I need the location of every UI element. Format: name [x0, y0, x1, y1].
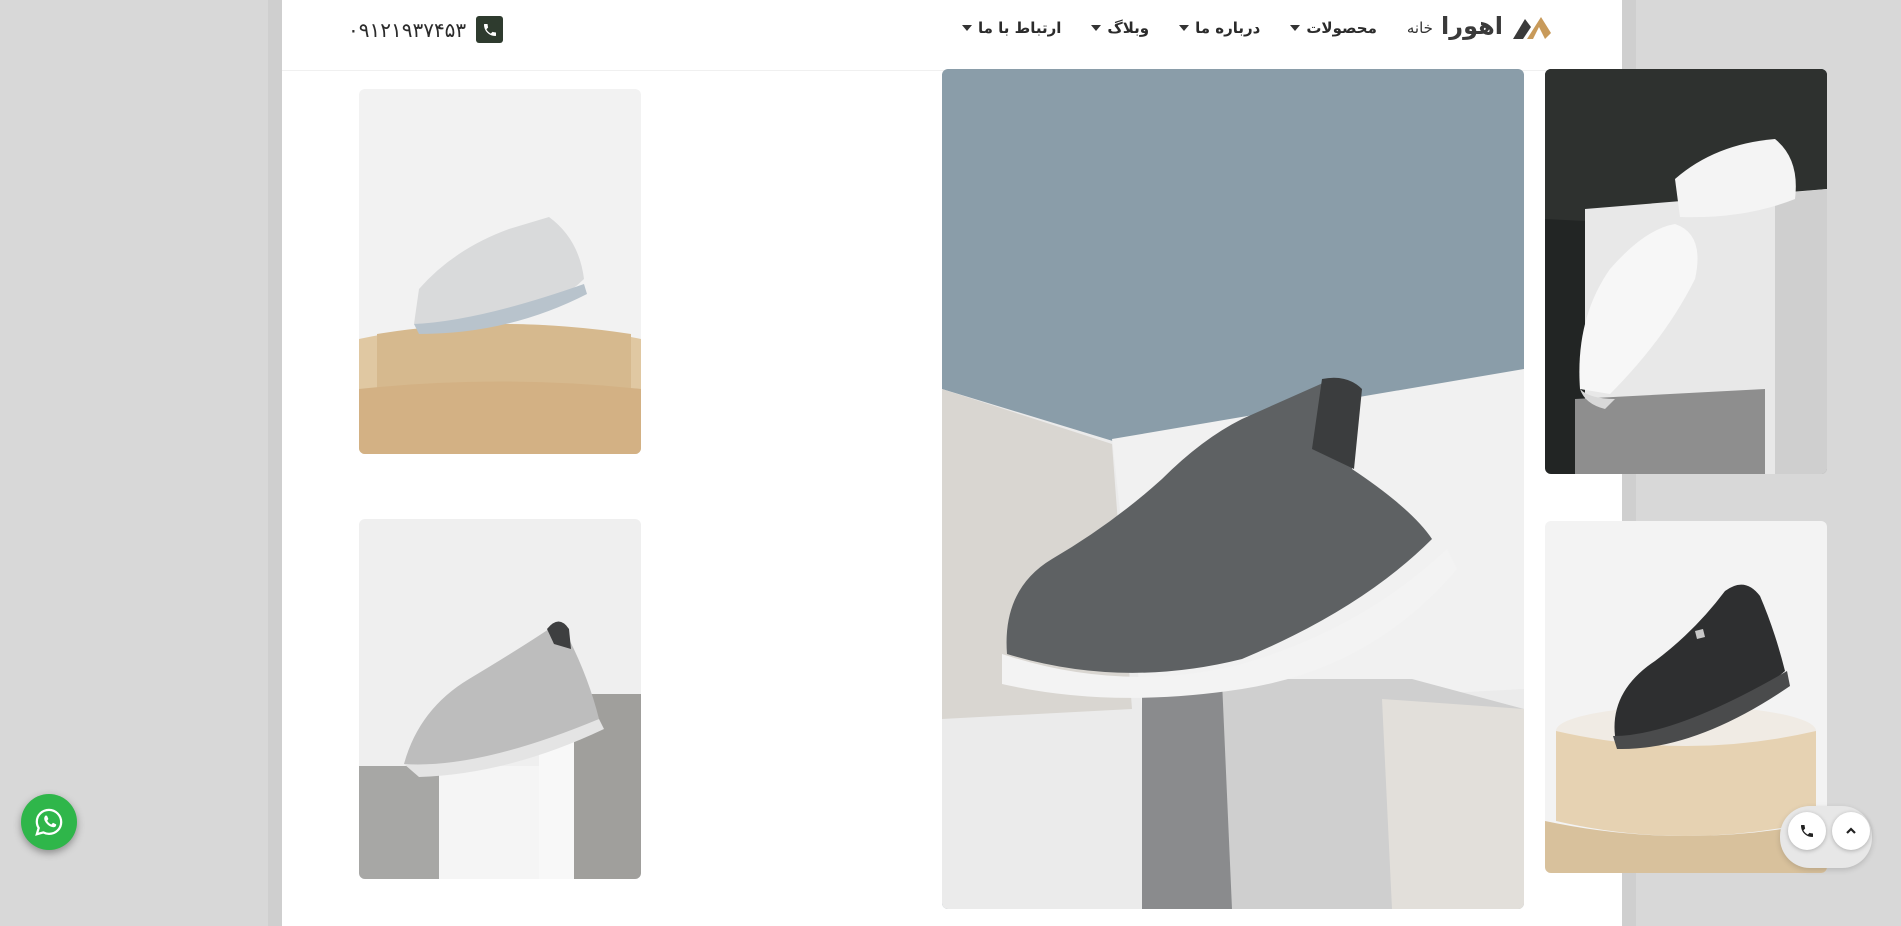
chevron-up-icon: [1846, 827, 1856, 834]
nav-item-contact[interactable]: ارتباط با ما: [962, 19, 1061, 37]
gallery-image-shoe-dark-grey-hero[interactable]: [942, 69, 1524, 909]
whatsapp-button[interactable]: [21, 794, 77, 850]
nav-item-products-label: محصولات: [1306, 19, 1377, 37]
call-icon: [1801, 825, 1813, 837]
gallery-image-shoe-white-on-cube[interactable]: [1545, 69, 1827, 474]
chevron-down-icon: [1179, 25, 1190, 31]
nav-item-about[interactable]: درباره ما: [1179, 19, 1260, 37]
site-header: اهورا خانه محصولات درباره ما وبلاگ ارتبا…: [282, 0, 1622, 71]
nav-item-contact-label: ارتباط با ما: [978, 19, 1062, 37]
site-logo[interactable]: اهورا: [1435, 10, 1553, 44]
gallery-image-shoe-grey-runner[interactable]: [359, 519, 641, 879]
gallery-image-shoe-white-on-wood[interactable]: [359, 89, 641, 454]
chevron-down-icon: [962, 25, 972, 31]
logo-text: اهورا: [1441, 12, 1503, 40]
chevron-down-icon: [1091, 25, 1102, 31]
phone-icon: [476, 16, 504, 43]
scroll-top-button[interactable]: [1832, 812, 1870, 850]
page-container: اهورا خانه محصولات درباره ما وبلاگ ارتبا…: [282, 0, 1827, 926]
nav-item-home[interactable]: خانه: [1407, 19, 1433, 37]
main-nav: خانه محصولات درباره ما وبلاگ ارتباط با م…: [962, 16, 1433, 40]
nav-item-about-label: درباره ما: [1195, 19, 1261, 37]
nav-item-products[interactable]: محصولات: [1290, 19, 1377, 37]
nav-item-home-label: خانه: [1406, 19, 1433, 37]
nav-item-blog[interactable]: وبلاگ: [1091, 19, 1149, 37]
floating-actions: [1780, 806, 1872, 868]
header-phone[interactable]: ۰۹۱۲۱۹۳۷۴۵۳: [348, 16, 504, 43]
nav-item-blog-label: وبلاگ: [1107, 19, 1150, 37]
chevron-down-icon: [1290, 25, 1301, 31]
logo-mark-icon: [1513, 17, 1551, 39]
phone-number: ۰۹۱۲۱۹۳۷۴۵۳: [348, 17, 467, 42]
call-button[interactable]: [1788, 812, 1826, 850]
whatsapp-icon: [35, 808, 63, 836]
page-left-band: [268, 0, 282, 926]
